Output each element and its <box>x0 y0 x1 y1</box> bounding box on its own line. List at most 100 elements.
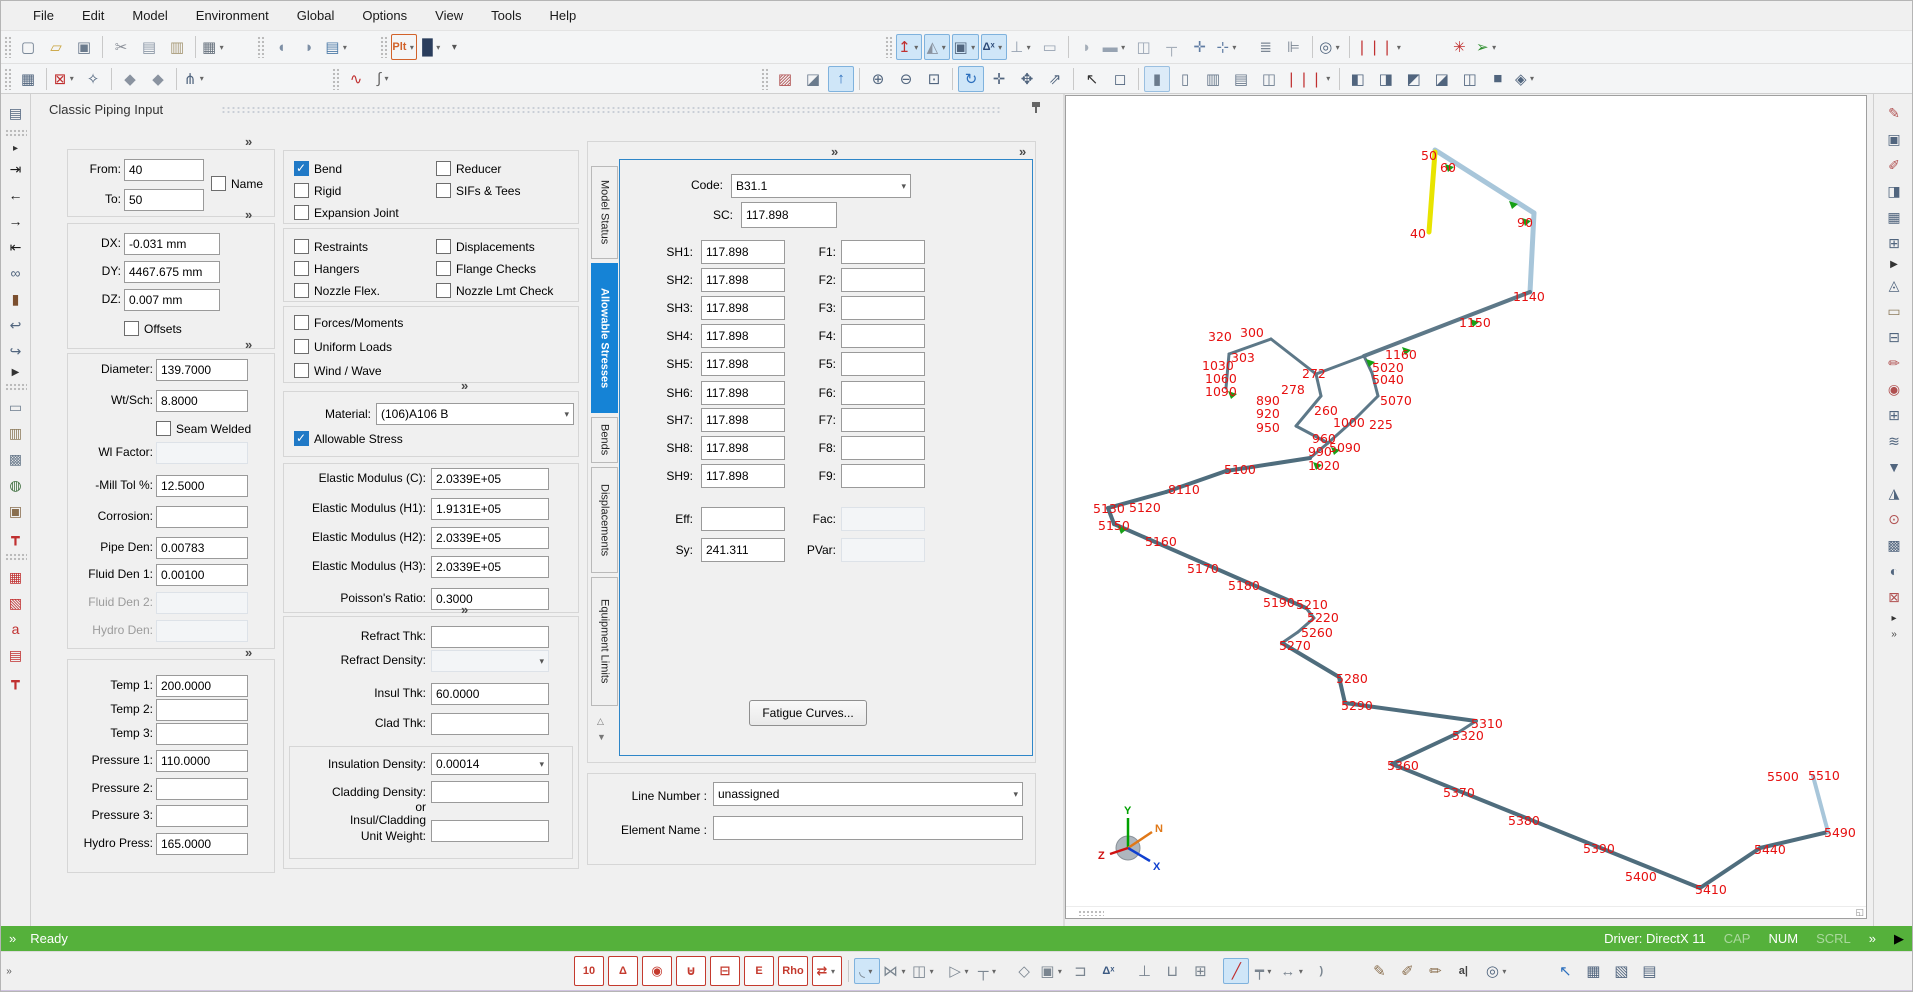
spectrum-icon-dropdown[interactable]: ▾ <box>382 74 391 83</box>
node-label-5150[interactable]: 5150 <box>1098 518 1130 533</box>
expand-chevron[interactable]: » <box>245 134 251 149</box>
refract-field-3[interactable] <box>431 713 549 735</box>
f7-input[interactable] <box>841 408 925 432</box>
bellows-tool-icon[interactable]: ◫ <box>1131 34 1157 60</box>
tee-button[interactable]: ┬▾ <box>975 958 1001 984</box>
unit-weight-input[interactable] <box>431 820 549 842</box>
tri-tool-icon[interactable]: ◬ <box>1882 273 1906 297</box>
node-label-5120[interactable]: 5120 <box>1129 500 1161 515</box>
render-view-button-dropdown[interactable]: ▾ <box>434 43 443 52</box>
flange-tool-icon[interactable]: ▭ <box>1037 34 1063 60</box>
bar-tool-icon[interactable]: ▭ <box>1882 299 1906 323</box>
save-file-icon[interactable]: ▣ <box>71 34 97 60</box>
node-label-1000[interactable]: 1000 <box>1333 415 1365 430</box>
expand-chevron[interactable]: » <box>831 144 837 159</box>
ruler-tool-icon[interactable]: ≣ <box>1253 34 1279 60</box>
next-element-icon[interactable]: → <box>4 209 28 233</box>
cond-field-6[interactable]: 165.0000 <box>156 833 248 855</box>
spin-axis-icon[interactable]: ✛ <box>986 66 1012 92</box>
from-node-input[interactable]: 40 <box>124 159 204 181</box>
branch-view-icon-dropdown[interactable]: ▾ <box>197 74 206 83</box>
checkbox-uniform-loads[interactable]: Uniform Loads <box>294 339 392 354</box>
expand-chevron[interactable]: » <box>461 378 467 393</box>
review-static-icon[interactable]: ◆ <box>117 66 143 92</box>
input-items-icon[interactable]: ▤ <box>4 101 28 125</box>
node-label-90[interactable]: 90 <box>1517 215 1533 230</box>
pointer-b-icon[interactable]: ↖ <box>1552 958 1578 984</box>
add-grid-icon[interactable]: ⊞ <box>1882 231 1906 255</box>
tee-rotate-icon-dropdown[interactable]: ▾ <box>1265 967 1274 976</box>
edit-3-icon[interactable]: ✏ <box>1882 351 1906 375</box>
diag-red-icon[interactable]: ╱ <box>1223 958 1249 984</box>
node-label-1150[interactable]: 1150 <box>1459 315 1491 330</box>
node-label-5170[interactable]: 5170 <box>1187 561 1219 576</box>
expand-chevron[interactable]: » <box>245 337 251 352</box>
stress-colors-icon[interactable]: ❘❘❘▾ <box>1284 66 1334 92</box>
f1-input[interactable] <box>841 240 925 264</box>
line-number-combo[interactable]: unassigned▾ <box>713 782 1023 806</box>
grid-b3-icon[interactable]: ▤ <box>1636 958 1662 984</box>
node-insert-icon-dropdown[interactable]: ▾ <box>1230 43 1239 52</box>
hanger-tool-icon[interactable]: ◭▾ <box>924 34 950 60</box>
elastic-field-2[interactable]: 2.0339E+05 <box>431 527 549 549</box>
tee-tool-icon[interactable]: ┬ <box>1159 34 1185 60</box>
copy-icon[interactable]: ▤ <box>136 34 162 60</box>
node-label-5370[interactable]: 5370 <box>1443 785 1475 800</box>
error-checker-icon-dropdown[interactable]: ▾ <box>67 74 76 83</box>
view-left-icon[interactable]: ◧ <box>1345 66 1371 92</box>
tab-equipment-limits[interactable]: Equipment Limits <box>591 577 618 706</box>
f5-input[interactable] <box>841 352 925 376</box>
displacement-tool-icon[interactable]: Δˣ▾ <box>981 34 1007 60</box>
node-label-5270[interactable]: 5270 <box>1279 638 1311 653</box>
menu-options[interactable]: Options <box>348 8 421 23</box>
contrast-icon[interactable]: ◐ <box>1882 559 1906 583</box>
spring-tool-icon-dropdown[interactable]: ▾ <box>969 43 978 52</box>
flyout-right-2-icon[interactable]: ▸ <box>1882 611 1906 625</box>
review-dynamic-icon[interactable]: ◆ <box>145 66 171 92</box>
rotate-view-icon[interactable]: ↻ <box>958 66 984 92</box>
node-label-1140[interactable]: 1140 <box>1513 289 1545 304</box>
dx-input[interactable]: -0.031 mm <box>124 233 220 255</box>
valve-button-dropdown[interactable]: ▾ <box>899 967 908 976</box>
menu-tools[interactable]: Tools <box>477 8 535 23</box>
render-translucent-icon[interactable]: ▤ <box>1228 66 1254 92</box>
find-node-icon[interactable]: ◎▾ <box>1318 34 1344 60</box>
stretch-icon-dropdown[interactable]: ▾ <box>1296 967 1305 976</box>
cladding-density-input[interactable] <box>431 781 549 803</box>
insert-element-before-icon[interactable]: ◖ <box>268 34 294 60</box>
target-icon[interactable]: ◉ <box>1882 377 1906 401</box>
f3-input[interactable] <box>841 296 925 320</box>
dot-target-icon[interactable]: ⊙ <box>1882 507 1906 531</box>
spring-tool-icon[interactable]: ▣▾ <box>952 34 978 60</box>
tee-rotate-icon[interactable]: ┯▾ <box>1251 958 1277 984</box>
more-tools-icon[interactable]: » <box>1882 627 1906 641</box>
flyout-top-icon[interactable]: ▸ <box>4 141 28 155</box>
plot-button-dropdown[interactable]: ▾ <box>407 43 416 52</box>
pipe-field-6[interactable]: 0.00783 <box>156 537 248 559</box>
anchor-b-icon[interactable]: ⊥ <box>1131 958 1157 984</box>
block-operations-icon-dropdown[interactable]: ▾ <box>340 43 349 52</box>
node-label-950[interactable]: 950 <box>1256 420 1280 435</box>
dense-grid-icon[interactable]: ▩ <box>1882 533 1906 557</box>
tee-button-dropdown[interactable]: ▾ <box>990 967 999 976</box>
menu-environment[interactable]: Environment <box>182 8 283 23</box>
node-label-5180[interactable]: 5180 <box>1228 578 1260 593</box>
insert-node-icon-dropdown[interactable]: ▾ <box>1490 43 1499 52</box>
dy-input[interactable]: 4467.675 mm <box>124 261 220 283</box>
print-icon-dropdown[interactable]: ▾ <box>217 43 226 52</box>
to-node-input[interactable]: 50 <box>124 189 204 211</box>
flow-button-dropdown[interactable]: ▾ <box>828 967 837 976</box>
find-node-icon-dropdown[interactable]: ▾ <box>1333 43 1342 52</box>
dynamic-analysis-icon[interactable]: ∿ <box>343 66 369 92</box>
node-label-5410[interactable]: 5410 <box>1695 882 1727 897</box>
f4-input[interactable] <box>841 324 925 348</box>
menu-help[interactable]: Help <box>535 8 590 23</box>
node-label-40[interactable]: 40 <box>1410 226 1426 241</box>
node-label-5190[interactable]: 5190 <box>1263 595 1295 610</box>
combo-arrow-icon[interactable]: ▾ <box>901 181 906 192</box>
render-solid-icon[interactable]: ▮ <box>1144 66 1170 92</box>
grid-b-icon[interactable]: ⊞ <box>1187 958 1213 984</box>
element-name-input[interactable] <box>713 816 1023 840</box>
f8-input[interactable] <box>841 436 925 460</box>
checkbox-sifs-tees[interactable]: SIFs & Tees <box>436 183 520 198</box>
